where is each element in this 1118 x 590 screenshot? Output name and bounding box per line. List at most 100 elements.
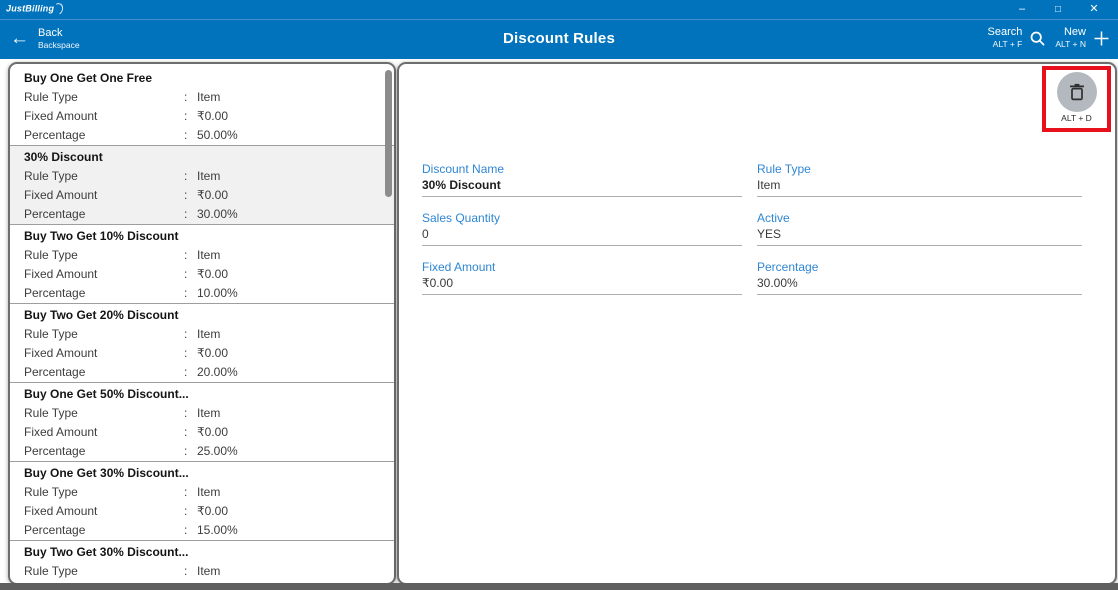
list-row-colon: : xyxy=(184,126,197,145)
window-controls: – □ ✕ xyxy=(1004,0,1112,19)
trash-icon xyxy=(1069,83,1085,101)
list-row-colon: : xyxy=(184,325,197,344)
list-item-row: Fixed Amount:₹0.00 xyxy=(24,186,380,205)
list-item-row: Rule Type:Item xyxy=(24,88,380,107)
rules-list-panel: Buy One Get One Free Rule Type:Item Fixe… xyxy=(8,62,396,585)
list-row-colon: : xyxy=(184,502,197,521)
list-item-row: Percentage:15.00% xyxy=(24,521,380,540)
list-row-label: Percentage xyxy=(24,205,184,224)
list-item-row: Rule Type:Item xyxy=(24,562,380,581)
list-item[interactable]: Buy Two Get 30% Discount... Rule Type:It… xyxy=(10,541,394,581)
form-field-label: Percentage xyxy=(757,259,1082,276)
list-row-colon: : xyxy=(184,344,197,363)
list-item-row: Fixed Amount:₹0.00 xyxy=(24,502,380,521)
list-row-label: Fixed Amount xyxy=(24,107,184,126)
list-item[interactable]: Buy Two Get 10% Discount Rule Type:Item … xyxy=(10,225,394,304)
detail-form: Discount Name 30% Discount Rule Type Ite… xyxy=(422,161,1082,295)
list-item-title: 30% Discount xyxy=(24,148,380,167)
form-field-value[interactable]: 30.00% xyxy=(757,276,1082,295)
delete-shortcut: ALT + D xyxy=(1046,113,1107,123)
list-row-value: Item xyxy=(197,167,220,186)
list-item-row: Fixed Amount:₹0.00 xyxy=(24,344,380,363)
delete-button-highlight: ALT + D xyxy=(1042,66,1111,132)
list-row-value: ₹0.00 xyxy=(197,265,228,284)
search-icon xyxy=(1029,30,1046,47)
list-row-colon: : xyxy=(184,521,197,540)
list-row-value: ₹0.00 xyxy=(197,107,228,126)
form-field: Discount Name 30% Discount xyxy=(422,161,742,197)
list-row-colon: : xyxy=(184,167,197,186)
list-item[interactable]: 30% Discount Rule Type:Item Fixed Amount… xyxy=(10,146,394,225)
form-field-value[interactable]: Item xyxy=(757,178,1082,197)
form-field: Fixed Amount ₹0.00 xyxy=(422,259,742,295)
list-row-label: Fixed Amount xyxy=(24,502,184,521)
form-field-label: Discount Name xyxy=(422,161,742,178)
list-row-colon: : xyxy=(184,404,197,423)
list-item-row: Fixed Amount:₹0.00 xyxy=(24,107,380,126)
list-item-title: Buy Two Get 10% Discount xyxy=(24,227,380,246)
list-row-value: Item xyxy=(197,88,220,107)
new-shortcut: ALT + N xyxy=(1055,39,1086,50)
list-row-value: ₹0.00 xyxy=(197,344,228,363)
list-row-value: 20.00% xyxy=(197,363,238,382)
list-row-colon: : xyxy=(184,205,197,224)
list-row-label: Percentage xyxy=(24,521,184,540)
form-field-label: Fixed Amount xyxy=(422,259,742,276)
list-row-label: Percentage xyxy=(24,442,184,461)
list-item-row: Percentage:20.00% xyxy=(24,363,380,382)
list-row-label: Percentage xyxy=(24,363,184,382)
list-row-label: Rule Type xyxy=(24,88,184,107)
list-row-label: Rule Type xyxy=(24,562,184,581)
list-row-label: Fixed Amount xyxy=(24,265,184,284)
list-row-colon: : xyxy=(184,423,197,442)
list-row-label: Fixed Amount xyxy=(24,186,184,205)
list-row-label: Fixed Amount xyxy=(24,423,184,442)
list-item-row: Percentage:25.00% xyxy=(24,442,380,461)
list-item[interactable]: Buy Two Get 20% Discount Rule Type:Item … xyxy=(10,304,394,383)
search-label: Search xyxy=(988,26,1023,39)
form-field: Rule Type Item xyxy=(757,161,1082,197)
form-field-value[interactable]: ₹0.00 xyxy=(422,276,742,295)
list-row-value: Item xyxy=(197,562,220,581)
list-row-value: 30.00% xyxy=(197,205,238,224)
list-item-title: Buy One Get 50% Discount... xyxy=(24,385,380,404)
detail-panel: ALT + D Discount Name 30% Discount Rule … xyxy=(397,62,1117,585)
list-item-row: Percentage:50.00% xyxy=(24,126,380,145)
new-button[interactable]: New ALT + N xyxy=(1055,26,1110,50)
form-field: Active YES xyxy=(757,210,1082,246)
list-item[interactable]: Buy One Get 50% Discount... Rule Type:It… xyxy=(10,383,394,462)
form-field-value[interactable]: 30% Discount xyxy=(422,178,742,197)
list-scrollbar-thumb[interactable] xyxy=(385,70,392,197)
list-row-label: Fixed Amount xyxy=(24,344,184,363)
list-item[interactable]: Buy One Get One Free Rule Type:Item Fixe… xyxy=(10,67,394,146)
list-row-value: 10.00% xyxy=(197,284,238,303)
close-button[interactable]: ✕ xyxy=(1076,0,1112,19)
list-row-value: ₹0.00 xyxy=(197,423,228,442)
search-button[interactable]: Search ALT + F xyxy=(988,26,1047,50)
form-field-value[interactable]: 0 xyxy=(422,227,742,246)
app-header: ← Back Backspace Discount Rules Search A… xyxy=(0,19,1118,59)
list-row-label: Rule Type xyxy=(24,167,184,186)
form-field-label: Sales Quantity xyxy=(422,210,742,227)
list-row-value: ₹0.00 xyxy=(197,186,228,205)
maximize-button[interactable]: □ xyxy=(1040,0,1076,19)
form-field-label: Rule Type xyxy=(757,161,1082,178)
new-label: New xyxy=(1055,26,1086,39)
rules-list: Buy One Get One Free Rule Type:Item Fixe… xyxy=(10,64,394,581)
plus-icon xyxy=(1093,30,1110,47)
list-item-row: Fixed Amount:₹0.00 xyxy=(24,265,380,284)
list-row-colon: : xyxy=(184,107,197,126)
list-row-colon: : xyxy=(184,483,197,502)
list-row-value: Item xyxy=(197,325,220,344)
list-item[interactable]: Buy One Get 30% Discount... Rule Type:It… xyxy=(10,462,394,541)
list-item-title: Buy One Get 30% Discount... xyxy=(24,464,380,483)
minimize-button[interactable]: – xyxy=(1004,0,1040,19)
list-row-value: Item xyxy=(197,404,220,423)
list-row-value: Item xyxy=(197,246,220,265)
form-field: Percentage 30.00% xyxy=(757,259,1082,295)
form-field-value[interactable]: YES xyxy=(757,227,1082,246)
list-row-colon: : xyxy=(184,246,197,265)
list-row-value: 25.00% xyxy=(197,442,238,461)
delete-button[interactable] xyxy=(1057,72,1097,112)
list-row-colon: : xyxy=(184,88,197,107)
